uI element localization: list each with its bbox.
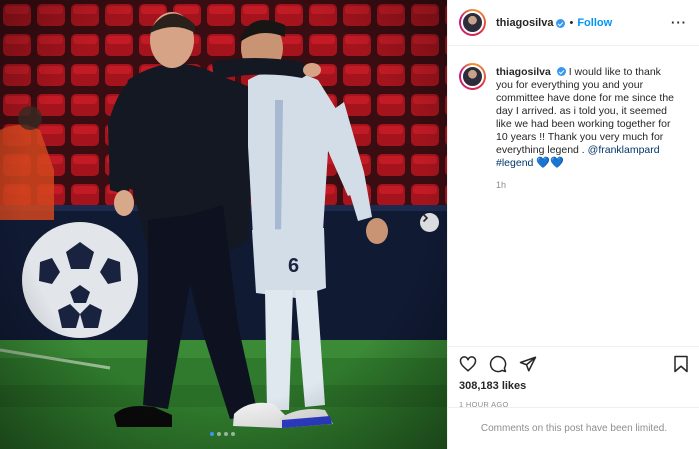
carousel-indicator <box>210 432 235 436</box>
post-header: thiagosilva • Follow ··· <box>448 0 699 46</box>
hashtag-link[interactable]: #legend <box>496 157 533 169</box>
more-options-icon[interactable]: ··· <box>671 15 687 30</box>
photo-illustration: 6 <box>0 0 447 449</box>
carousel-dot <box>210 432 214 436</box>
avatar[interactable] <box>459 9 486 36</box>
caption-username[interactable]: thiagosilva <box>496 66 551 78</box>
save-button[interactable] <box>673 355 689 373</box>
share-button[interactable] <box>519 355 537 373</box>
next-slide-button[interactable] <box>420 213 439 232</box>
heart-icon <box>459 356 477 372</box>
caption-time: 1h <box>496 180 507 190</box>
post-caption: thiagosilva I would like to thank you fo… <box>448 46 699 190</box>
post-actions: 308,183 likes 1 HOUR AGO <box>448 346 699 409</box>
bookmark-icon <box>674 355 688 373</box>
action-bar <box>459 351 689 377</box>
mention-link[interactable]: @franklampard <box>588 144 660 156</box>
carousel-dot <box>217 432 221 436</box>
follow-button[interactable]: Follow <box>577 17 612 29</box>
header-username[interactable]: thiagosilva <box>496 17 553 29</box>
carousel-dot <box>231 432 235 436</box>
avatar[interactable] <box>459 63 486 90</box>
paper-plane-icon <box>519 356 537 372</box>
header-separator: • <box>569 16 574 29</box>
post-photo[interactable]: 6 <box>0 0 447 449</box>
likes-count[interactable]: 308,183 likes <box>459 380 689 392</box>
chevron-right-icon <box>422 213 429 223</box>
verified-badge-icon <box>556 67 566 76</box>
caption-body: I would like to thank you for everything… <box>496 66 675 156</box>
comment-icon <box>489 355 507 373</box>
caption-text: thiagosilva I would like to thank you fo… <box>496 66 676 170</box>
comment-button[interactable] <box>489 355 507 373</box>
comments-limited-notice: Comments on this post have been limited. <box>448 407 699 449</box>
carousel-dot <box>224 432 228 436</box>
blue-heart-emoji: 💙💙 <box>536 157 564 169</box>
like-button[interactable] <box>459 355 477 373</box>
post-side-panel: thiagosilva • Follow ··· thiagosilva I w… <box>447 0 699 449</box>
verified-badge-icon <box>556 19 566 28</box>
